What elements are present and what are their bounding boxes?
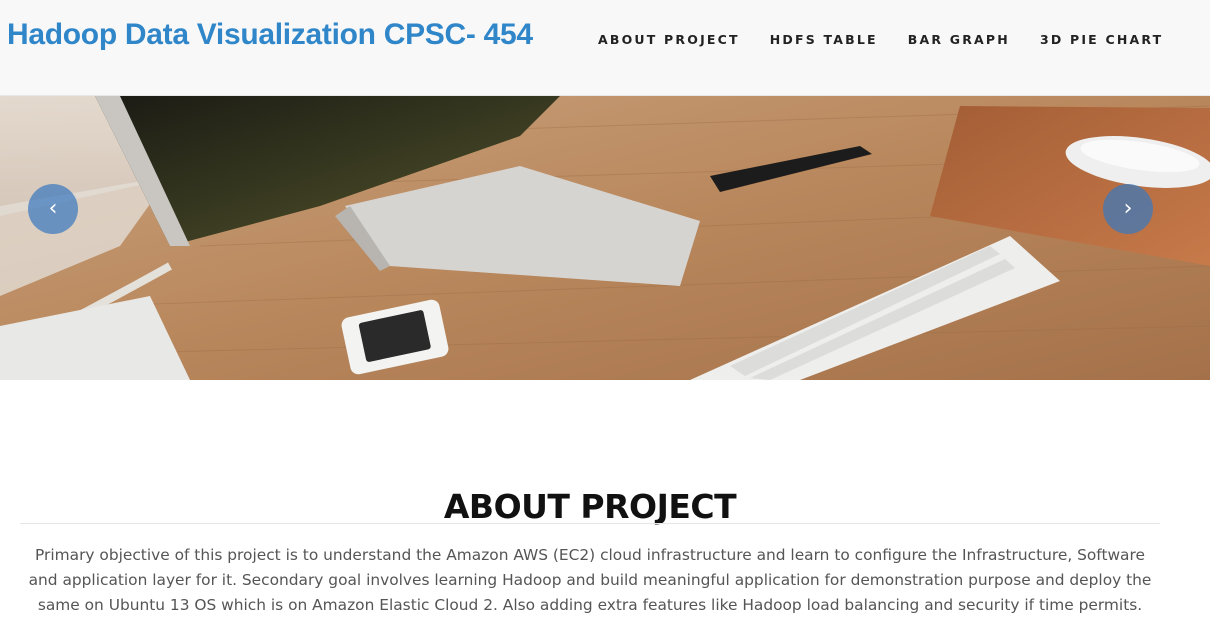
nav-link-about-project[interactable]: ABOUT PROJECT — [598, 32, 740, 47]
carousel-prev-button[interactable]: ‹ — [28, 184, 78, 234]
chevron-left-icon: ‹ — [48, 196, 58, 221]
chevron-right-icon: › — [1123, 196, 1133, 221]
about-section-title: ABOUT PROJECT — [443, 487, 737, 527]
brand-title[interactable]: Hadoop Data Visualization CPSC- 454 — [7, 18, 533, 52]
nav-link-3d-pie-chart[interactable]: 3D PIE CHART — [1040, 32, 1163, 47]
carousel-slide-image — [0, 96, 1210, 380]
section-divider — [20, 523, 1160, 524]
nav-menu: ABOUT PROJECT HDFS TABLE BAR GRAPH 3D PI… — [598, 32, 1193, 47]
nav-link-bar-graph[interactable]: BAR GRAPH — [908, 32, 1010, 47]
hero-carousel: ‹ › — [0, 96, 1210, 380]
nav-link-hdfs-table[interactable]: HDFS TABLE — [770, 32, 878, 47]
about-description: Primary objective of this project is to … — [28, 546, 1152, 614]
carousel-next-button[interactable]: › — [1103, 184, 1153, 234]
navbar: Hadoop Data Visualization CPSC- 454 ABOU… — [0, 0, 1210, 96]
